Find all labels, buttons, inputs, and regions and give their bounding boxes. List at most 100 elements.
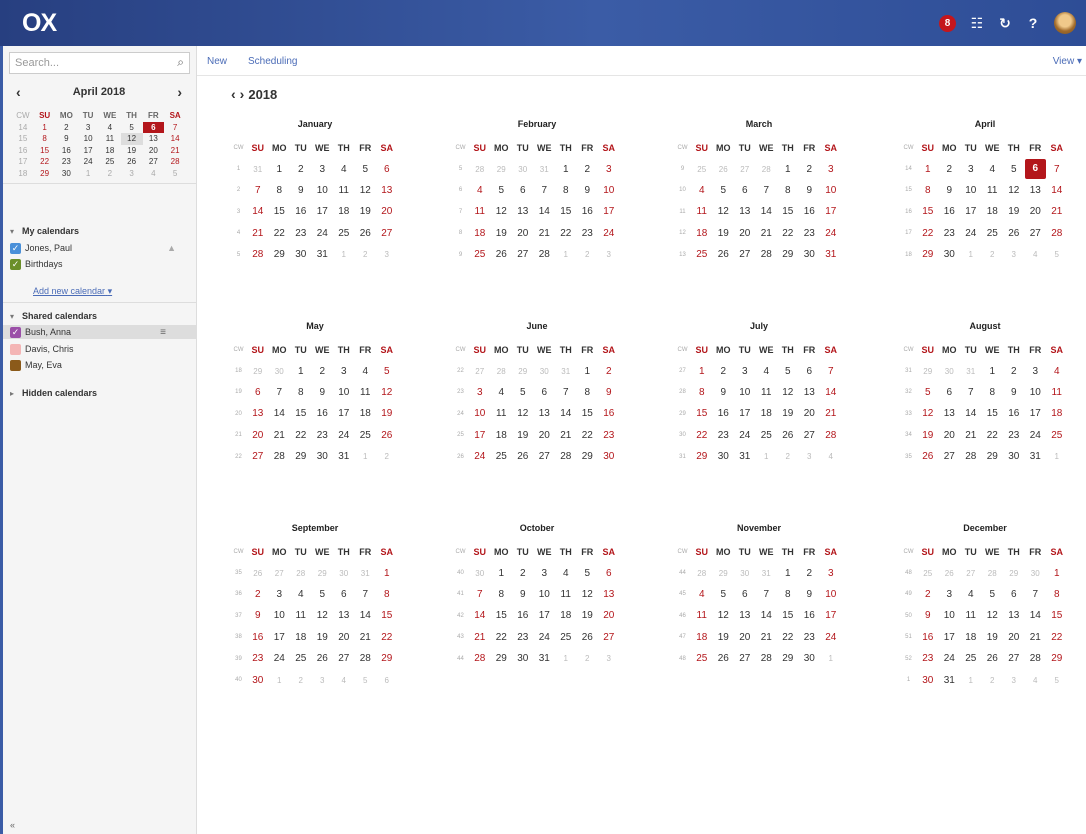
calendar-day[interactable]: 27 <box>247 446 269 467</box>
week-number[interactable]: 14 <box>900 158 917 179</box>
calendar-day[interactable]: 4 <box>333 669 355 690</box>
calendar-day[interactable]: 13 <box>799 382 821 403</box>
mini-calendar-day[interactable]: 2 <box>56 122 78 134</box>
week-number[interactable]: 26 <box>452 446 469 467</box>
calendar-day[interactable]: 4 <box>1025 669 1047 690</box>
calendar-day[interactable]: 21 <box>555 425 577 446</box>
calendar-day[interactable]: 27 <box>939 446 961 467</box>
calendar-day[interactable]: 31 <box>312 244 334 265</box>
calendar-day[interactable]: 11 <box>982 180 1004 201</box>
calendar-day[interactable]: 12 <box>312 605 334 626</box>
calendar-day[interactable]: 8 <box>491 584 513 605</box>
week-number[interactable]: 49 <box>900 584 917 605</box>
calendar-day[interactable]: 28 <box>269 446 291 467</box>
calendar-day[interactable]: 29 <box>1003 562 1025 583</box>
calendar-day[interactable]: 29 <box>491 158 513 179</box>
calendar-day[interactable]: 18 <box>333 201 355 222</box>
calendar-day[interactable]: 22 <box>491 627 513 648</box>
calendar-day[interactable]: 30 <box>713 446 735 467</box>
calendar-day[interactable]: 3 <box>598 158 620 179</box>
week-number[interactable]: 30 <box>674 425 691 446</box>
week-number[interactable]: 16 <box>12 145 34 157</box>
calendar-day[interactable]: 20 <box>939 425 961 446</box>
calendar-day[interactable]: 30 <box>917 669 939 690</box>
calendar-day[interactable]: 31 <box>355 562 377 583</box>
calendar-day[interactable]: 12 <box>777 382 799 403</box>
calendar-day[interactable]: 11 <box>691 605 713 626</box>
month-title[interactable]: December <box>900 523 1070 533</box>
calendar-day[interactable]: 6 <box>376 669 398 690</box>
calendar-day[interactable]: 28 <box>247 244 269 265</box>
calendar-day[interactable]: 20 <box>512 223 534 244</box>
calendar-day[interactable]: 25 <box>1046 425 1068 446</box>
new-button[interactable]: New <box>207 56 227 67</box>
calendar-day[interactable]: 18 <box>290 627 312 648</box>
calendar-day[interactable]: 28 <box>1025 648 1047 669</box>
calendar-day[interactable]: 3 <box>312 158 334 179</box>
mini-calendar-day[interactable]: 10 <box>77 133 99 145</box>
calendar-day[interactable]: 8 <box>555 180 577 201</box>
calendar-day[interactable]: 23 <box>799 627 821 648</box>
calendar-day[interactable]: 1 <box>355 446 377 467</box>
week-number[interactable]: 31 <box>900 360 917 381</box>
calendar-day[interactable]: 19 <box>982 627 1004 648</box>
calendar-day[interactable]: 1 <box>982 360 1004 381</box>
calendar-day[interactable]: 29 <box>691 446 713 467</box>
calendar-day[interactable]: 26 <box>777 425 799 446</box>
view-dropdown[interactable]: View ▾ <box>1053 56 1082 67</box>
calendar-day[interactable]: 11 <box>355 382 377 403</box>
calendar-item-jones-paul[interactable]: ✓ Jones, Paul ▲ <box>10 241 188 255</box>
calendar-day[interactable]: 3 <box>1025 360 1047 381</box>
calendar-day[interactable]: 29 <box>713 562 735 583</box>
calendar-day[interactable]: 3 <box>820 562 842 583</box>
calendar-day[interactable]: 1 <box>777 562 799 583</box>
calendar-day[interactable]: 12 <box>713 605 735 626</box>
calendar-day[interactable]: 8 <box>691 382 713 403</box>
calendar-day[interactable]: 25 <box>491 446 513 467</box>
calendar-day[interactable]: 9 <box>1003 382 1025 403</box>
calendar-day[interactable]: 22 <box>290 425 312 446</box>
calendar-day[interactable]: 29 <box>512 360 534 381</box>
calendar-day[interactable]: 23 <box>799 223 821 244</box>
calendar-day[interactable]: 24 <box>960 223 982 244</box>
calendar-day[interactable]: 7 <box>269 382 291 403</box>
mini-calendar-day[interactable]: 8 <box>34 133 56 145</box>
calendar-day[interactable]: 14 <box>1025 605 1047 626</box>
calendar-day[interactable]: 3 <box>534 562 556 583</box>
week-number[interactable]: 22 <box>452 360 469 381</box>
calendar-day[interactable]: 4 <box>756 360 778 381</box>
calendar-day[interactable]: 27 <box>1003 648 1025 669</box>
calendar-day[interactable]: 17 <box>1025 403 1047 424</box>
mini-calendar-day[interactable]: 6 <box>142 121 165 134</box>
calendar-day[interactable]: 10 <box>312 180 334 201</box>
week-number[interactable]: 45 <box>674 584 691 605</box>
calendar-day[interactable]: 28 <box>555 446 577 467</box>
calendar-day[interactable]: 20 <box>1003 627 1025 648</box>
week-number[interactable]: 4 <box>230 223 247 244</box>
week-number[interactable]: 10 <box>674 180 691 201</box>
mini-calendar-day[interactable]: 1 <box>34 122 56 134</box>
calendar-day[interactable]: 29 <box>376 648 398 669</box>
checkbox-icon[interactable] <box>10 359 21 371</box>
calendar-day[interactable]: 30 <box>799 648 821 669</box>
calendar-day[interactable]: 18 <box>691 223 713 244</box>
calendar-day[interactable]: 13 <box>247 403 269 424</box>
calendar-day[interactable]: 15 <box>982 403 1004 424</box>
calendar-day[interactable]: 2 <box>355 244 377 265</box>
calendar-day[interactable]: 28 <box>756 244 778 265</box>
week-number[interactable]: 5 <box>452 158 469 179</box>
calendar-day[interactable]: 4 <box>960 584 982 605</box>
checkbox-icon[interactable] <box>10 343 21 355</box>
calendar-day[interactable]: 2 <box>982 244 1004 265</box>
calendar-day[interactable]: 27 <box>376 223 398 244</box>
week-number[interactable]: 12 <box>674 223 691 244</box>
calendar-day[interactable]: 27 <box>598 627 620 648</box>
calendar-day[interactable]: 26 <box>917 446 939 467</box>
week-number[interactable]: 18 <box>230 360 247 381</box>
calendar-day[interactable]: 20 <box>247 425 269 446</box>
calendar-day[interactable]: 1 <box>777 158 799 179</box>
week-number[interactable]: 15 <box>900 180 917 201</box>
notification-badge[interactable]: 8 <box>939 14 956 32</box>
calendar-day[interactable]: 23 <box>512 627 534 648</box>
calendar-day[interactable]: 5 <box>713 584 735 605</box>
